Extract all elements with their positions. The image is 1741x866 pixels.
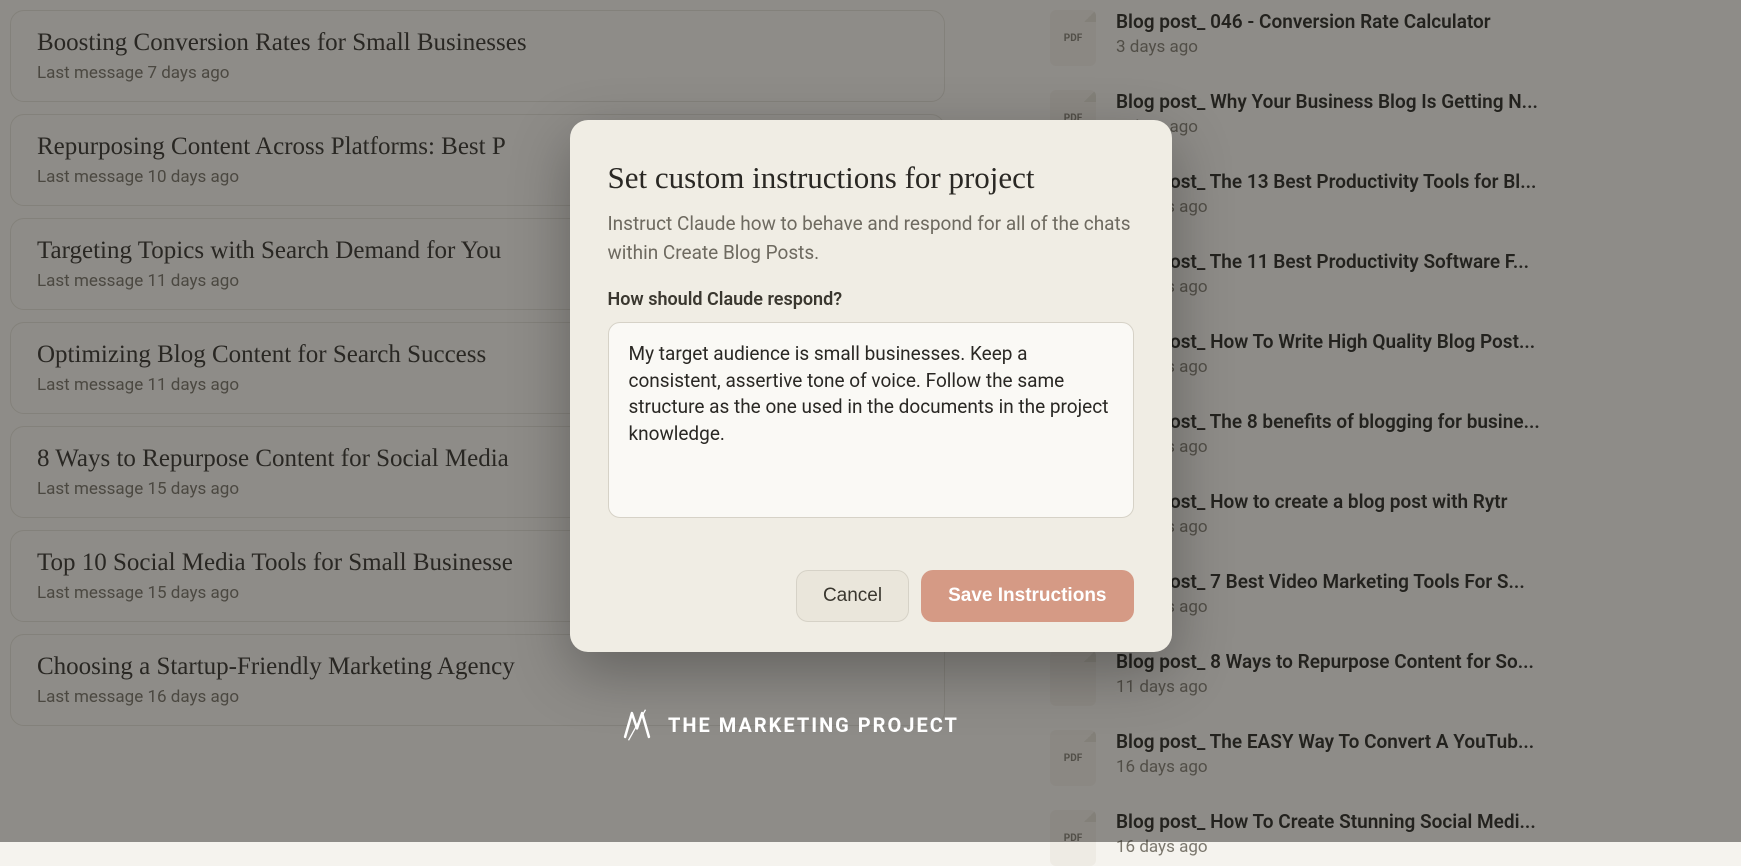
cancel-button[interactable]: Cancel <box>796 570 909 622</box>
modal-overlay[interactable]: Set custom instructions for project Inst… <box>0 0 1741 842</box>
instructions-textarea[interactable] <box>608 322 1134 518</box>
watermark-text: THE MARKETING PROJECT <box>668 713 959 737</box>
watermark-icon <box>620 708 654 742</box>
save-instructions-button[interactable]: Save Instructions <box>921 570 1133 622</box>
watermark: THE MARKETING PROJECT <box>620 708 959 742</box>
modal-subtitle: Instruct Claude how to behave and respon… <box>608 210 1134 267</box>
modal-actions: Cancel Save Instructions <box>608 570 1134 622</box>
custom-instructions-modal: Set custom instructions for project Inst… <box>570 120 1172 652</box>
modal-title: Set custom instructions for project <box>608 160 1134 196</box>
modal-label: How should Claude respond? <box>608 289 1134 310</box>
